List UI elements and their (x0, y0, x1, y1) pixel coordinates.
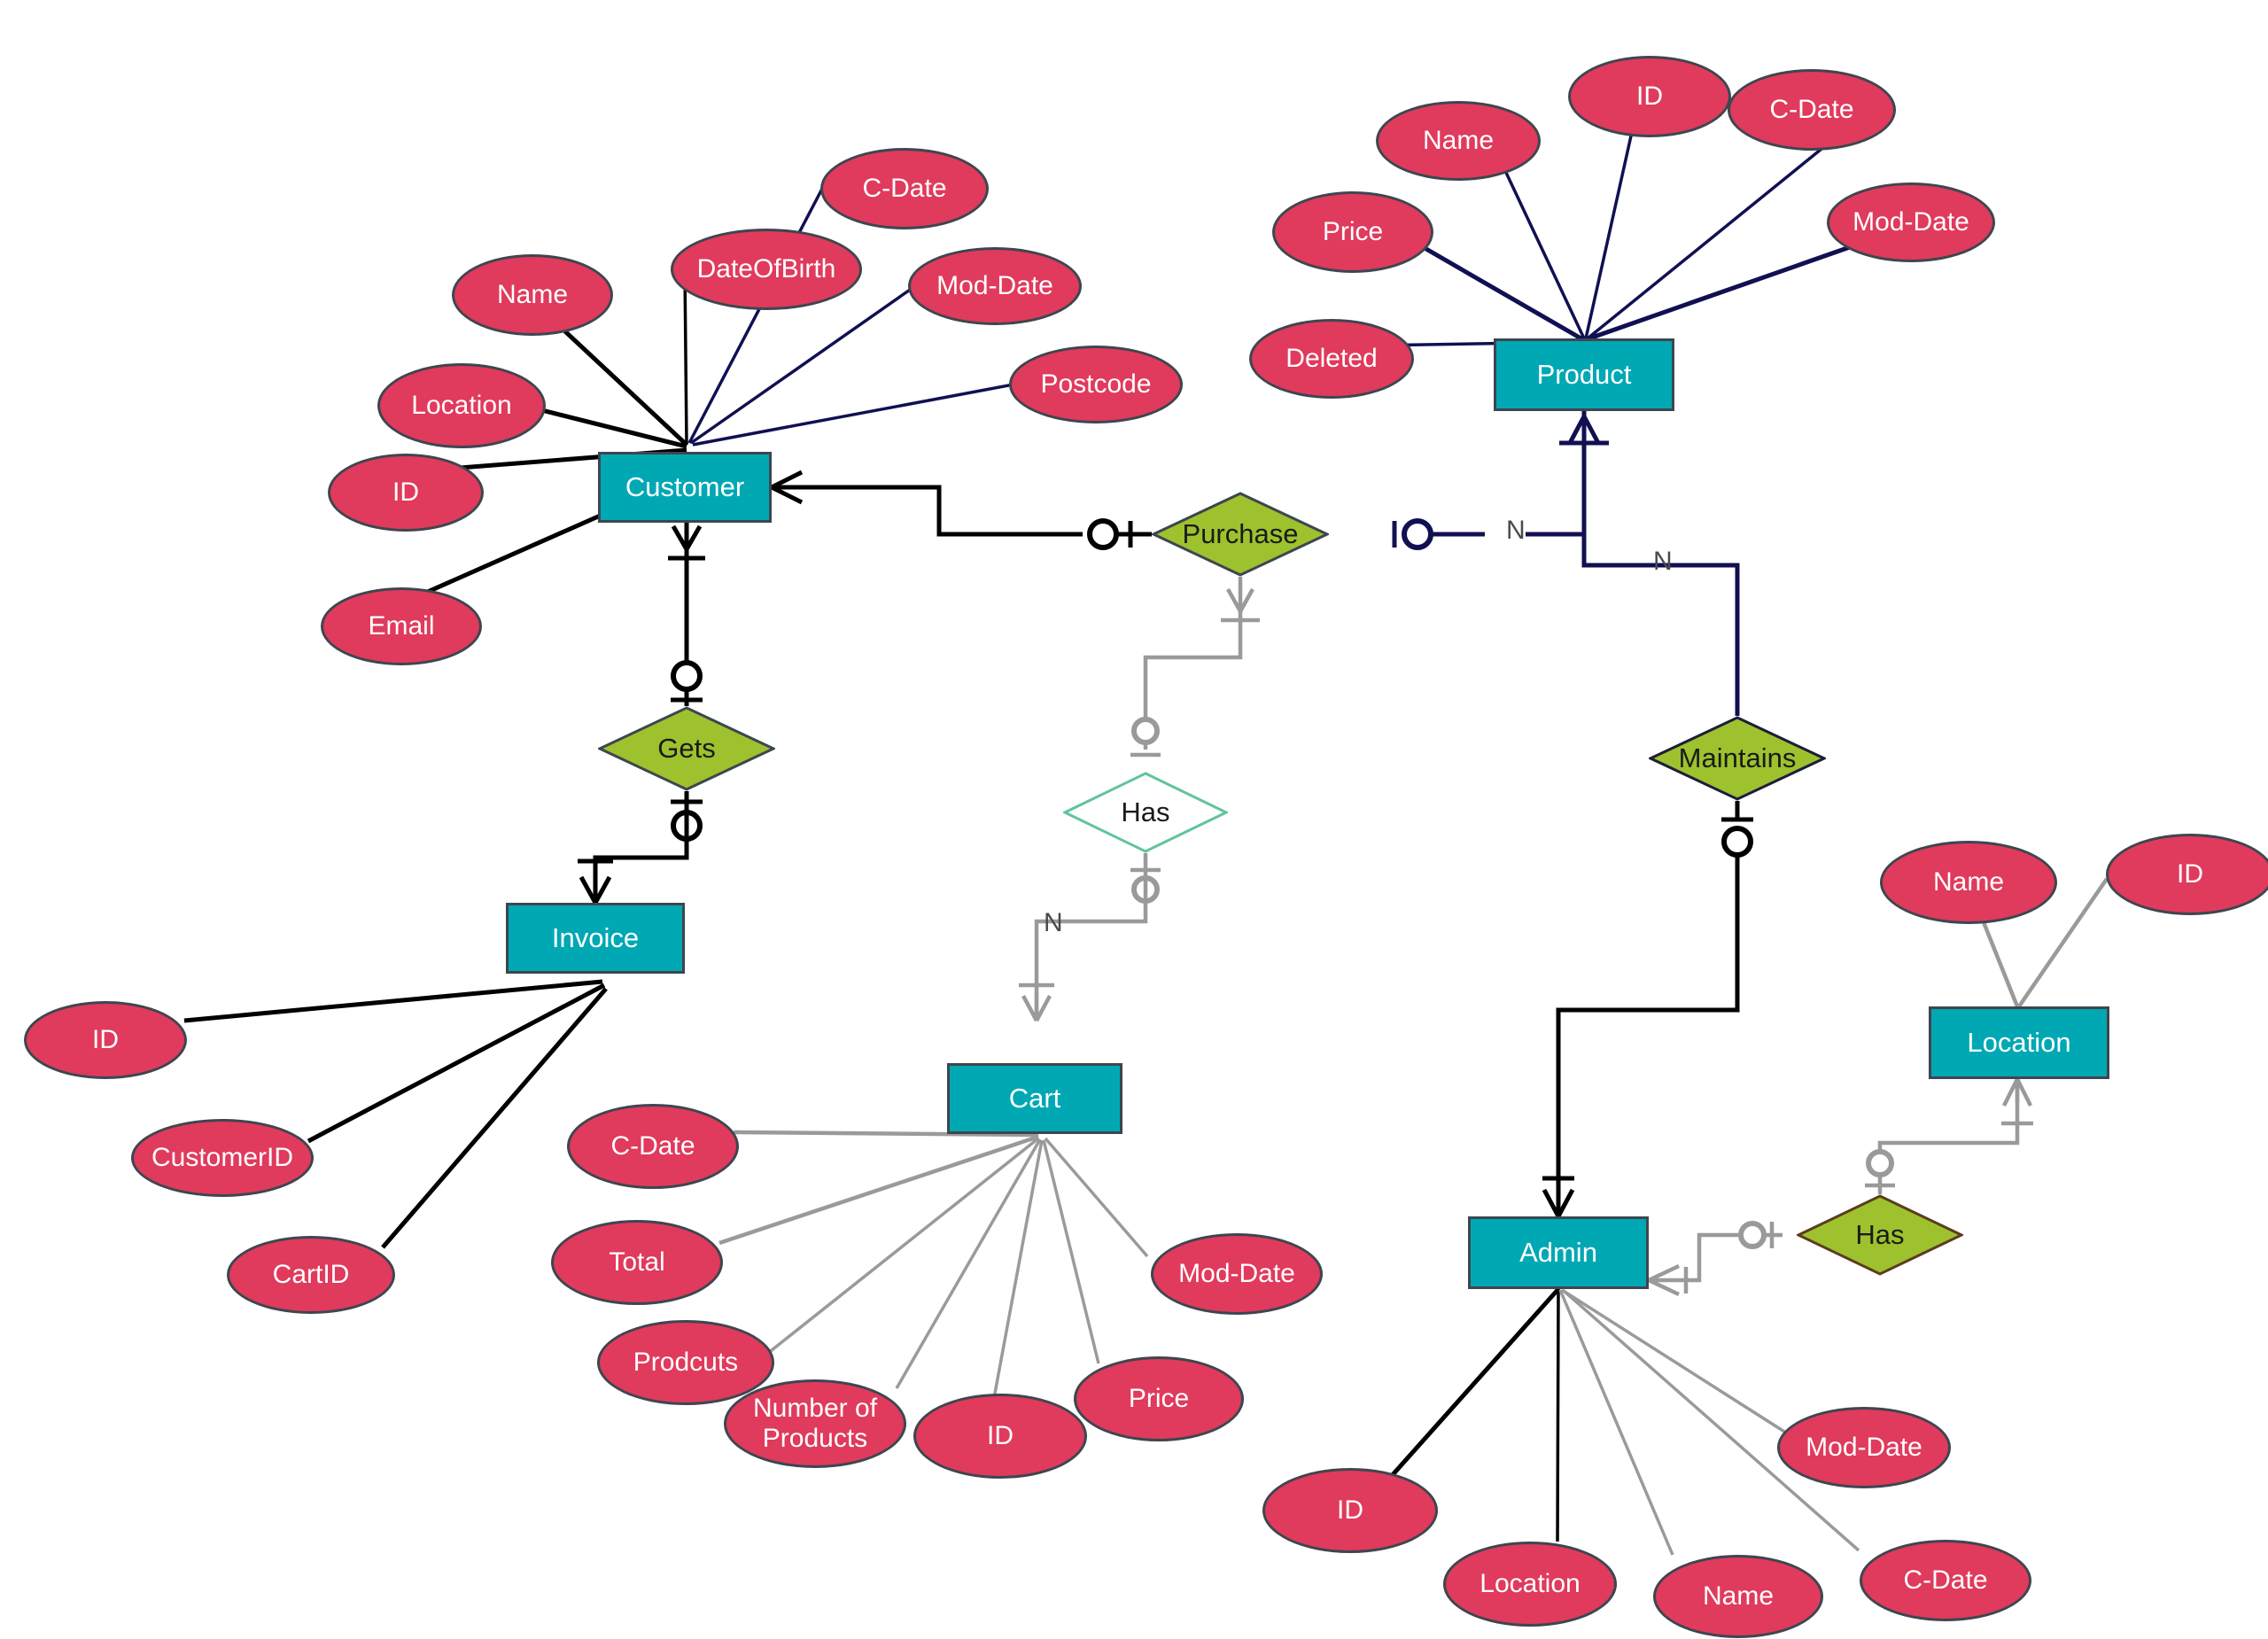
entity-label: Cart (1008, 1083, 1061, 1114)
attribute-ellipse[interactable]: ID (328, 454, 484, 532)
attribute-ellipse[interactable]: Mod-Date (1777, 1407, 1951, 1488)
attribute-label: Mod-Date (1178, 1259, 1295, 1289)
relationship-maintains[interactable]: Maintains (1649, 716, 1826, 801)
entity-admin[interactable]: Admin (1468, 1216, 1649, 1289)
entity-label: Product (1536, 359, 1632, 390)
attribute-ellipse[interactable]: DateOfBirth (671, 229, 862, 310)
relationship-label: Maintains (1678, 742, 1797, 773)
attribute-label: Mod-Date (1806, 1433, 1922, 1463)
entity-label: Invoice (551, 922, 640, 953)
attribute-ellipse[interactable]: C-Date (820, 148, 989, 229)
cardinality-label: N (1506, 516, 1526, 545)
attribute-ellipse[interactable]: Name (1376, 101, 1541, 181)
attribute-label: Name (1422, 126, 1495, 156)
relationship-label: Purchase (1182, 518, 1299, 549)
attribute-label: Mod-Date (1852, 207, 1969, 237)
relationship-label: Gets (657, 733, 716, 764)
entity-label: Customer (625, 471, 745, 502)
attribute-ellipse[interactable]: C-Date (1860, 1540, 2031, 1621)
attribute-label: ID (92, 1025, 119, 1055)
cardinality-label: N (1044, 908, 1063, 937)
attribute-ellipse[interactable]: ID (24, 1001, 187, 1079)
entity-invoice[interactable]: Invoice (506, 903, 685, 974)
cart-attribute-edges (718, 1130, 1149, 1399)
attribute-label: Number of Products (752, 1394, 878, 1453)
attribute-label: Name (1702, 1581, 1775, 1612)
attribute-label: C-Date (1903, 1565, 1988, 1596)
attribute-ellipse[interactable]: Postcode (1009, 346, 1183, 423)
entity-customer[interactable]: Customer (598, 452, 772, 523)
attribute-ellipse[interactable]: Mod-Date (1151, 1233, 1323, 1315)
attribute-ellipse[interactable]: Name (452, 254, 613, 336)
attribute-ellipse[interactable]: Price (1074, 1356, 1244, 1441)
attribute-ellipse[interactable]: CartID (227, 1236, 395, 1314)
relationship-label: Has (1121, 796, 1170, 827)
attribute-label: C-Date (862, 174, 947, 204)
purchase-edges (770, 403, 1740, 757)
entity-location[interactable]: Location (1929, 1006, 2109, 1079)
attribute-label: ID (987, 1421, 1014, 1451)
relationship-label: Has (1855, 1219, 1905, 1250)
entity-cart[interactable]: Cart (947, 1063, 1122, 1134)
attribute-label: Name (1932, 867, 2005, 897)
attribute-ellipse[interactable]: ID (1262, 1468, 1438, 1553)
attribute-ellipse[interactable]: Email (321, 587, 482, 665)
attribute-ellipse[interactable]: Mod-Date (908, 247, 1082, 325)
relationship-has-location[interactable]: Has (1797, 1194, 1963, 1276)
attribute-label: Email (368, 611, 435, 641)
attribute-label: Name (496, 280, 569, 310)
attribute-label: Mod-Date (936, 271, 1053, 301)
attribute-label: Postcode (1040, 369, 1152, 400)
attribute-ellipse[interactable]: Price (1272, 191, 1433, 273)
attribute-label: ID (1337, 1495, 1363, 1526)
relationship-gets[interactable]: Gets (598, 706, 775, 791)
admin-attribute-edges (1380, 1287, 1860, 1556)
er-diagram-canvas: .k { fill:none; stroke:#000000; stroke-w… (0, 0, 2268, 1639)
attribute-ellipse[interactable]: Name (1880, 841, 2057, 924)
attribute-label: ID (1636, 82, 1663, 112)
attribute-label: Price (1128, 1384, 1190, 1414)
attribute-label: Prodcuts (633, 1348, 739, 1378)
attribute-ellipse[interactable]: Location (377, 363, 546, 448)
entity-label: Location (1967, 1027, 2071, 1058)
entity-product[interactable]: Product (1494, 338, 1674, 411)
attribute-label: Deleted (1285, 344, 1378, 374)
attribute-label: ID (2177, 859, 2203, 889)
attribute-label: Price (1322, 217, 1384, 247)
attribute-label: ID (392, 478, 419, 508)
attribute-ellipse[interactable]: Deleted (1249, 319, 1414, 399)
attribute-ellipse[interactable]: Number of Products (724, 1379, 906, 1468)
cardinality-label: N (1653, 547, 1673, 576)
attribute-ellipse[interactable]: ID (2106, 834, 2268, 915)
attribute-ellipse[interactable]: Total (551, 1220, 723, 1305)
attribute-ellipse[interactable]: C-Date (567, 1104, 739, 1189)
attribute-ellipse[interactable]: Location (1443, 1542, 1617, 1627)
attribute-label: Location (411, 391, 512, 421)
attribute-label: C-Date (1769, 95, 1854, 125)
relationship-purchase[interactable]: Purchase (1152, 492, 1329, 577)
attribute-ellipse[interactable]: Mod-Date (1827, 183, 1995, 262)
attribute-label: C-Date (610, 1131, 695, 1161)
invoice-attribute-edges (183, 979, 608, 1249)
attribute-ellipse[interactable]: ID (913, 1394, 1087, 1479)
relationship-has-cart[interactable]: Has (1063, 772, 1228, 853)
attribute-label: CartID (272, 1260, 350, 1290)
attribute-label: Location (1480, 1569, 1581, 1599)
attribute-ellipse[interactable]: Prodcuts (597, 1320, 774, 1405)
attribute-ellipse[interactable]: CustomerID (131, 1119, 314, 1197)
attribute-label: Total (609, 1247, 665, 1278)
attribute-ellipse[interactable]: ID (1568, 56, 1731, 137)
attribute-label: DateOfBirth (696, 254, 836, 284)
maintains-edges (1542, 801, 1753, 1218)
entity-label: Admin (1519, 1237, 1597, 1268)
attribute-ellipse[interactable]: Name (1653, 1555, 1823, 1638)
attribute-label: CustomerID (151, 1143, 294, 1173)
has-cart-edges (1019, 853, 1161, 1022)
attribute-ellipse[interactable]: C-Date (1728, 69, 1896, 151)
